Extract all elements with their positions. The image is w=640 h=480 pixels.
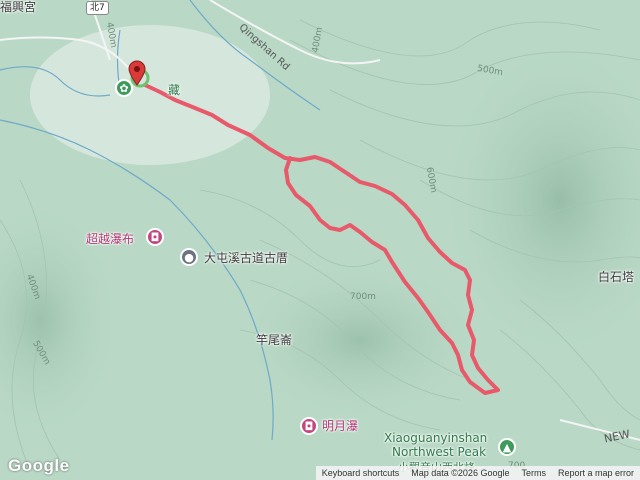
baishita-label[interactable]: 白石塔 <box>598 268 634 285</box>
start-poi-label[interactable]: 藏 <box>168 81 180 98</box>
road-badge: 北7 <box>86 1 109 15</box>
peak-label-en-2[interactable]: Northwest Peak <box>392 445 486 459</box>
peak-label-en-1[interactable]: Xiaoguanyinshan <box>384 431 487 445</box>
google-logo: Google <box>8 456 70 475</box>
map-data-attribution: Map data ©2026 Google <box>411 468 510 478</box>
keyboard-shortcuts-link[interactable]: Keyboard shortcuts <box>316 468 406 478</box>
ganweiling-label: 竿尾崙 <box>256 333 293 347</box>
contour-label-700: 700m <box>350 292 376 302</box>
map-pin-icon[interactable] <box>128 60 146 86</box>
temple-label[interactable]: 福興宮 <box>0 0 36 15</box>
terms-link[interactable]: Terms <box>515 468 552 478</box>
report-error-link[interactable]: Report a map error <box>552 468 640 478</box>
camera-icon[interactable]: ◘ <box>146 228 164 246</box>
mountain-icon[interactable]: ▲ <box>498 438 516 456</box>
landmark-icon[interactable]: ● <box>180 248 198 266</box>
ancient-trail-label[interactable]: 大屯溪古道古厝 <box>204 249 288 266</box>
light-area <box>30 25 270 165</box>
mingyue-waterfall-label[interactable]: 明月瀑 <box>322 417 358 434</box>
chaoyue-waterfall-label[interactable]: 超越瀑布 <box>86 230 134 247</box>
camera-icon-mingyue[interactable]: ◘ <box>300 417 318 435</box>
map-footer: Keyboard shortcuts Map data ©2026 Google… <box>315 466 640 480</box>
